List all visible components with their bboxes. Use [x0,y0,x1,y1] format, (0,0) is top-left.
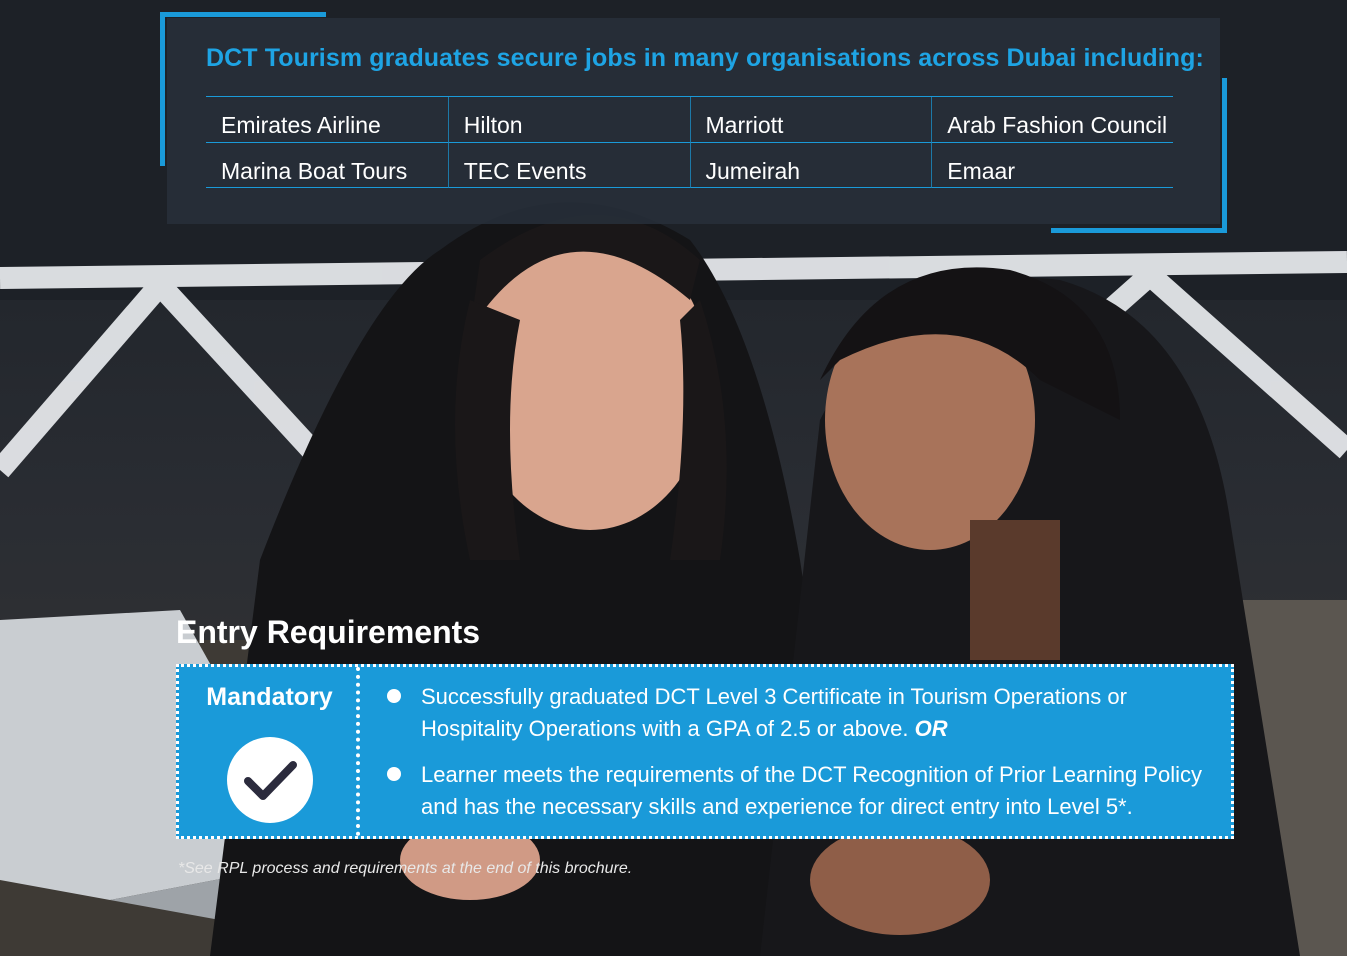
employer-cell: Jumeirah [689,142,932,188]
employer-cell: Arab Fashion Council [931,97,1173,143]
employer-cell: Emaar [931,142,1173,188]
employer-cell: TEC Events [447,142,690,188]
accent-corner-top-left [160,12,326,17]
mandatory-label: Mandatory [206,683,333,711]
requirements-box: Mandatory Successfully graduated DCT Lev… [176,664,1234,839]
employers-title: DCT Tourism graduates secure jobs in man… [206,44,1204,72]
employer-cell: Marriott [689,97,932,143]
mandatory-column: Mandatory [179,667,360,836]
accent-corner-bottom-right [1051,228,1227,233]
requirements-list: Successfully graduated DCT Level 3 Certi… [384,681,1214,837]
accent-corner-top-left-vertical [160,12,165,166]
employer-cell: Hilton [447,97,690,143]
requirement-item: Learner meets the requirements of the DC… [384,759,1214,823]
entry-requirements-heading: Entry Requirements [176,614,481,650]
requirement-item: Successfully graduated DCT Level 3 Certi… [384,681,1214,745]
rpl-footnote: *See RPL process and requirements at the… [178,860,633,877]
requirement-or: OR [914,716,948,741]
bullet-icon [387,767,401,781]
bullet-icon [387,689,401,703]
employer-cell: Emirates Airline [206,97,448,143]
check-circle-icon [227,737,313,823]
requirement-text: Learner meets the requirements of the DC… [421,762,1202,819]
requirement-text: Successfully graduated DCT Level 3 Certi… [421,684,1127,741]
checkmark-icon [244,761,297,800]
accent-corner-bottom-right-vertical [1222,78,1227,233]
employers-table: Emirates Airline Hilton Marriott Arab Fa… [206,96,1173,188]
employer-cell: Marina Boat Tours [206,143,448,188]
